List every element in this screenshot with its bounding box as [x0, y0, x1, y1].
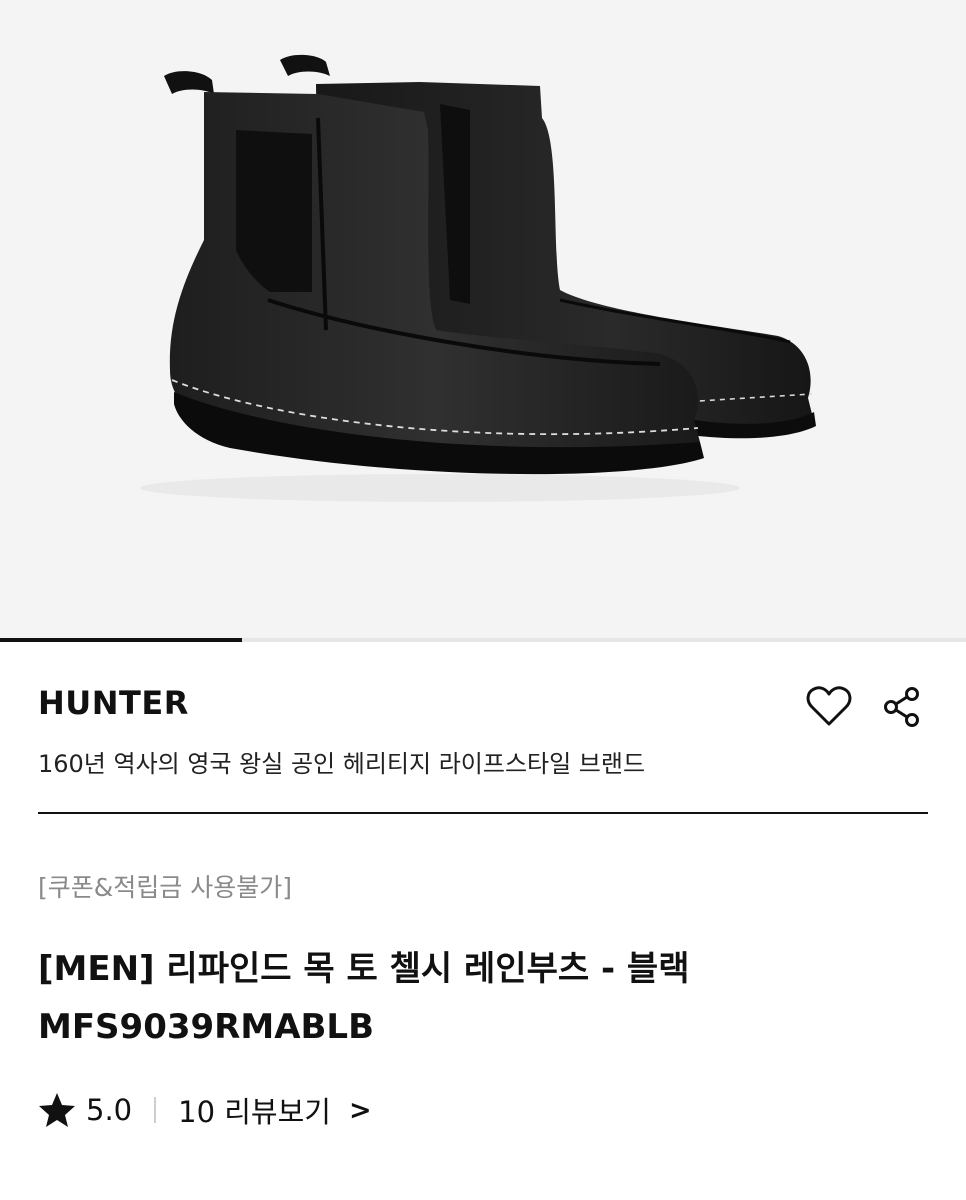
reviews-link[interactable]: 10 리뷰보기 >	[178, 1089, 371, 1131]
product-title: [MEN] 리파인드 목 토 첼시 레인부츠 - 블랙 MFS9039RMABL…	[38, 940, 928, 1056]
reviews-link-label: 10 리뷰보기	[178, 1095, 331, 1129]
gallery-progress-bar	[0, 638, 966, 642]
gallery-progress-indicator	[0, 638, 242, 642]
product-image	[140, 54, 816, 502]
chevron-right-icon: >	[348, 1094, 372, 1126]
product-title-line: [MEN] 리파인드 목 토 첼시 레인부츠 - 블랙	[38, 949, 690, 989]
product-code: MFS9039RMABLB	[38, 1007, 374, 1047]
coupon-notice: [쿠폰&적립금 사용불가]	[38, 873, 292, 902]
product-image-gallery[interactable]	[0, 0, 966, 640]
rating-value: 5.0	[86, 1093, 133, 1127]
heart-icon[interactable]	[806, 686, 852, 728]
rating-separator	[154, 1097, 157, 1123]
star-icon	[39, 1093, 75, 1127]
section-divider	[38, 812, 928, 814]
share-icon[interactable]	[882, 686, 922, 728]
rating-row: 5.0 10 리뷰보기 >	[38, 1088, 372, 1132]
brand-description: 160년 역사의 영국 왕실 공인 헤리티지 라이프스타일 브랜드	[38, 750, 646, 778]
brand-name[interactable]: HUNTER	[38, 684, 189, 722]
